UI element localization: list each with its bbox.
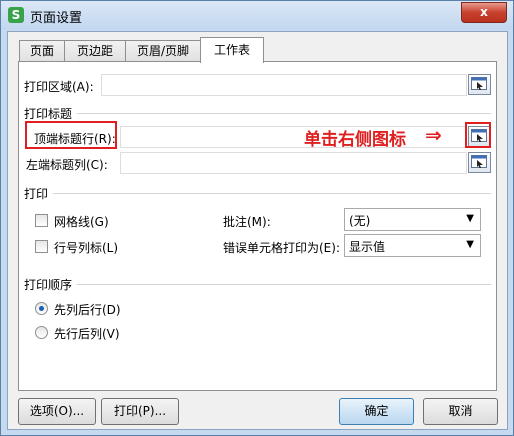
over-then-down-radio[interactable] xyxy=(35,326,48,339)
top-rows-range-button[interactable] xyxy=(468,126,491,147)
print-area-input[interactable] xyxy=(101,74,467,96)
close-icon: x xyxy=(480,5,488,19)
left-cols-input[interactable] xyxy=(120,152,467,174)
tab-page[interactable]: 页面 xyxy=(19,40,65,62)
row-col-headers-checkbox[interactable] xyxy=(35,240,48,253)
cancel-button[interactable]: 取消 xyxy=(423,398,498,425)
range-select-icon xyxy=(471,77,487,90)
range-select-icon xyxy=(471,155,487,168)
gridlines-label: 网格线(G) xyxy=(54,215,109,229)
print-button[interactable]: 打印(P)... xyxy=(101,398,179,425)
print-titles-divider xyxy=(77,113,491,114)
print-area-label: 打印区域(A): xyxy=(24,80,94,94)
sheet-tab-panel: 打印区域(A): 打印标题 顶端标题行(R): 左端标题列(C): 打印 网格线 xyxy=(18,61,497,391)
comments-select-value: (无) xyxy=(349,214,371,228)
tab-sheet[interactable]: 工作表 xyxy=(200,37,264,63)
row-col-headers-label: 行号列标(L) xyxy=(54,241,119,255)
comments-select[interactable]: (无) ▼ xyxy=(344,208,481,231)
page-order-section-label: 打印顺序 xyxy=(24,278,73,292)
dialog-client-area: 页面 页边距 页眉/页脚 工作表 打印区域(A): 打印标题 顶端标题行(R):… xyxy=(7,31,508,430)
left-cols-range-button[interactable] xyxy=(468,152,491,173)
top-rows-label: 顶端标题行(R): xyxy=(34,132,116,146)
comments-label: 批注(M): xyxy=(223,215,271,229)
tab-header-footer[interactable]: 页眉/页脚 xyxy=(125,40,201,62)
top-rows-input[interactable] xyxy=(120,126,467,148)
print-titles-section-label: 打印标题 xyxy=(24,107,73,121)
print-area-range-button[interactable] xyxy=(468,74,491,95)
print-section-label: 打印 xyxy=(24,187,49,201)
range-select-icon xyxy=(471,129,487,142)
errors-select-value: 显示值 xyxy=(349,240,386,254)
page-setup-dialog: S 页面设置 x 页面 页边距 页眉/页脚 工作表 打印区域(A): 打印标题 … xyxy=(0,0,514,436)
title-bar: S 页面设置 x xyxy=(1,1,513,29)
gridlines-checkbox[interactable] xyxy=(35,214,48,227)
print-divider xyxy=(53,193,491,194)
page-order-divider xyxy=(77,284,491,285)
over-then-down-label: 先行后列(V) xyxy=(54,327,120,341)
dropdown-arrow-icon: ▼ xyxy=(466,239,474,250)
window-title: 页面设置 xyxy=(30,11,83,26)
down-then-over-radio[interactable] xyxy=(35,302,48,315)
errors-label: 错误单元格打印为(E): xyxy=(223,241,340,255)
errors-select[interactable]: 显示值 ▼ xyxy=(344,234,481,257)
ok-button[interactable]: 确定 xyxy=(339,398,414,425)
annotation-text: 单击右侧图标 xyxy=(304,130,406,150)
options-button[interactable]: 选项(O)... xyxy=(18,398,96,425)
wps-spreadsheet-app-icon: S xyxy=(8,7,24,23)
close-button[interactable]: x xyxy=(461,2,507,23)
dropdown-arrow-icon: ▼ xyxy=(466,213,474,224)
left-cols-label: 左端标题列(C): xyxy=(26,158,108,172)
tab-margins[interactable]: 页边距 xyxy=(64,40,126,62)
annotation-arrow-icon: ⇒ xyxy=(425,123,442,147)
down-then-over-label: 先列后行(D) xyxy=(54,303,121,317)
